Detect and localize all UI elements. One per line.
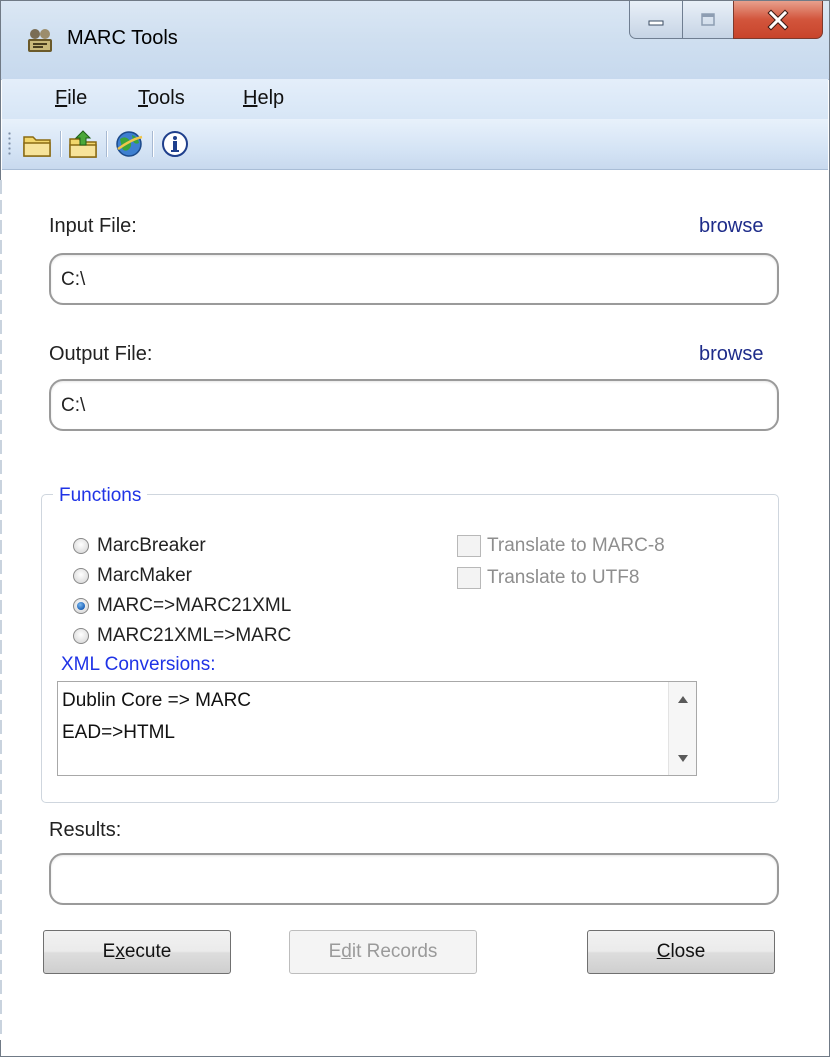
window-title: MARC Tools: [67, 27, 178, 49]
menu-file[interactable]: File: [55, 87, 87, 110]
checkbox-box[interactable]: [457, 567, 481, 589]
menu-tools[interactable]: Tools: [138, 87, 185, 110]
radio-marcmaker[interactable]: MarcMaker: [73, 562, 192, 590]
radio-button[interactable]: [73, 628, 89, 644]
xml-conversions-label: XML Conversions:: [61, 654, 216, 675]
output-file-label: Output File:: [49, 343, 153, 365]
open-file-button[interactable]: [20, 127, 54, 161]
results-label: Results:: [49, 819, 122, 841]
web-update-button[interactable]: [112, 127, 146, 161]
edit-records-button[interactable]: Ed it Records: [289, 930, 477, 974]
output-browse-link[interactable]: browse: [699, 343, 763, 366]
close-button[interactable]: Close: [587, 930, 775, 974]
checkbox-box[interactable]: [457, 535, 481, 557]
radio-label: MARC=>MARC21XML: [97, 595, 292, 616]
marc-tools-app-icon: [28, 29, 52, 52]
list-scrollbar[interactable]: [668, 682, 696, 775]
close-x-icon: [767, 8, 789, 31]
checkbox-translate-utf8[interactable]: Translate to UTF8: [457, 564, 639, 592]
radio-label: MARC21XML=>MARC: [97, 625, 292, 646]
toolbar-separator: [60, 131, 61, 157]
radio-button-selected[interactable]: [73, 598, 89, 614]
save-output-button[interactable]: [66, 127, 100, 161]
checkbox-label: Translate to MARC-8: [487, 535, 665, 556]
checkbox-label: Translate to UTF8: [487, 567, 640, 588]
results-field[interactable]: [49, 853, 779, 905]
input-file-field[interactable]: C:\: [49, 253, 779, 305]
scroll-up-icon[interactable]: [678, 696, 688, 703]
background-edge: [0, 180, 2, 1040]
minimize-icon: [648, 20, 664, 25]
input-file-label: Input File:: [49, 215, 137, 237]
globe-icon: [116, 131, 143, 157]
xml-conversions-list[interactable]: Dublin Core => MARC EAD=>HTML: [57, 681, 697, 776]
radio-button[interactable]: [73, 538, 89, 554]
toolbar-grip[interactable]: [8, 131, 11, 157]
input-file-value: C:\: [61, 269, 86, 290]
execute-button[interactable]: Ex ecute: [43, 930, 231, 974]
about-button[interactable]: [158, 127, 192, 161]
menu-bar: File Tools Help: [2, 79, 828, 119]
output-file-value: C:\: [61, 395, 86, 416]
marc-tools-window: MARC Tools File Tools Help Input File: b…: [0, 0, 830, 1057]
list-item[interactable]: Dublin Core => MARC: [62, 690, 251, 712]
title-bar[interactable]: MARC Tools: [1, 1, 829, 80]
toolbar-separator: [152, 131, 153, 157]
scroll-down-icon[interactable]: [678, 755, 688, 762]
open-folder-icon: [23, 136, 51, 157]
toolbar: [2, 119, 828, 170]
checkbox-translate-marc8[interactable]: Translate to MARC-8: [457, 532, 665, 560]
radio-label: MarcMaker: [97, 565, 193, 586]
functions-legend: Functions: [53, 485, 148, 507]
radio-marcbreaker[interactable]: MarcBreaker: [73, 532, 206, 560]
menu-help[interactable]: Help: [243, 87, 284, 110]
maximize-button[interactable]: [682, 1, 734, 39]
toolbar-separator: [106, 131, 107, 157]
input-browse-link[interactable]: browse: [699, 215, 763, 238]
output-file-field[interactable]: C:\: [49, 379, 779, 431]
radio-label: MarcBreaker: [97, 535, 206, 556]
minimize-button[interactable]: [629, 1, 683, 39]
info-icon: [162, 131, 188, 157]
list-item[interactable]: EAD=>HTML: [62, 722, 175, 744]
maximize-icon: [701, 12, 715, 26]
radio-marc21xml-to-marc[interactable]: MARC21XML=>MARC: [73, 622, 291, 650]
upload-folder-icon: [69, 130, 97, 158]
close-window-button[interactable]: [733, 1, 823, 39]
radio-marc-to-marc21xml[interactable]: MARC=>MARC21XML: [73, 592, 291, 620]
radio-button[interactable]: [73, 568, 89, 584]
